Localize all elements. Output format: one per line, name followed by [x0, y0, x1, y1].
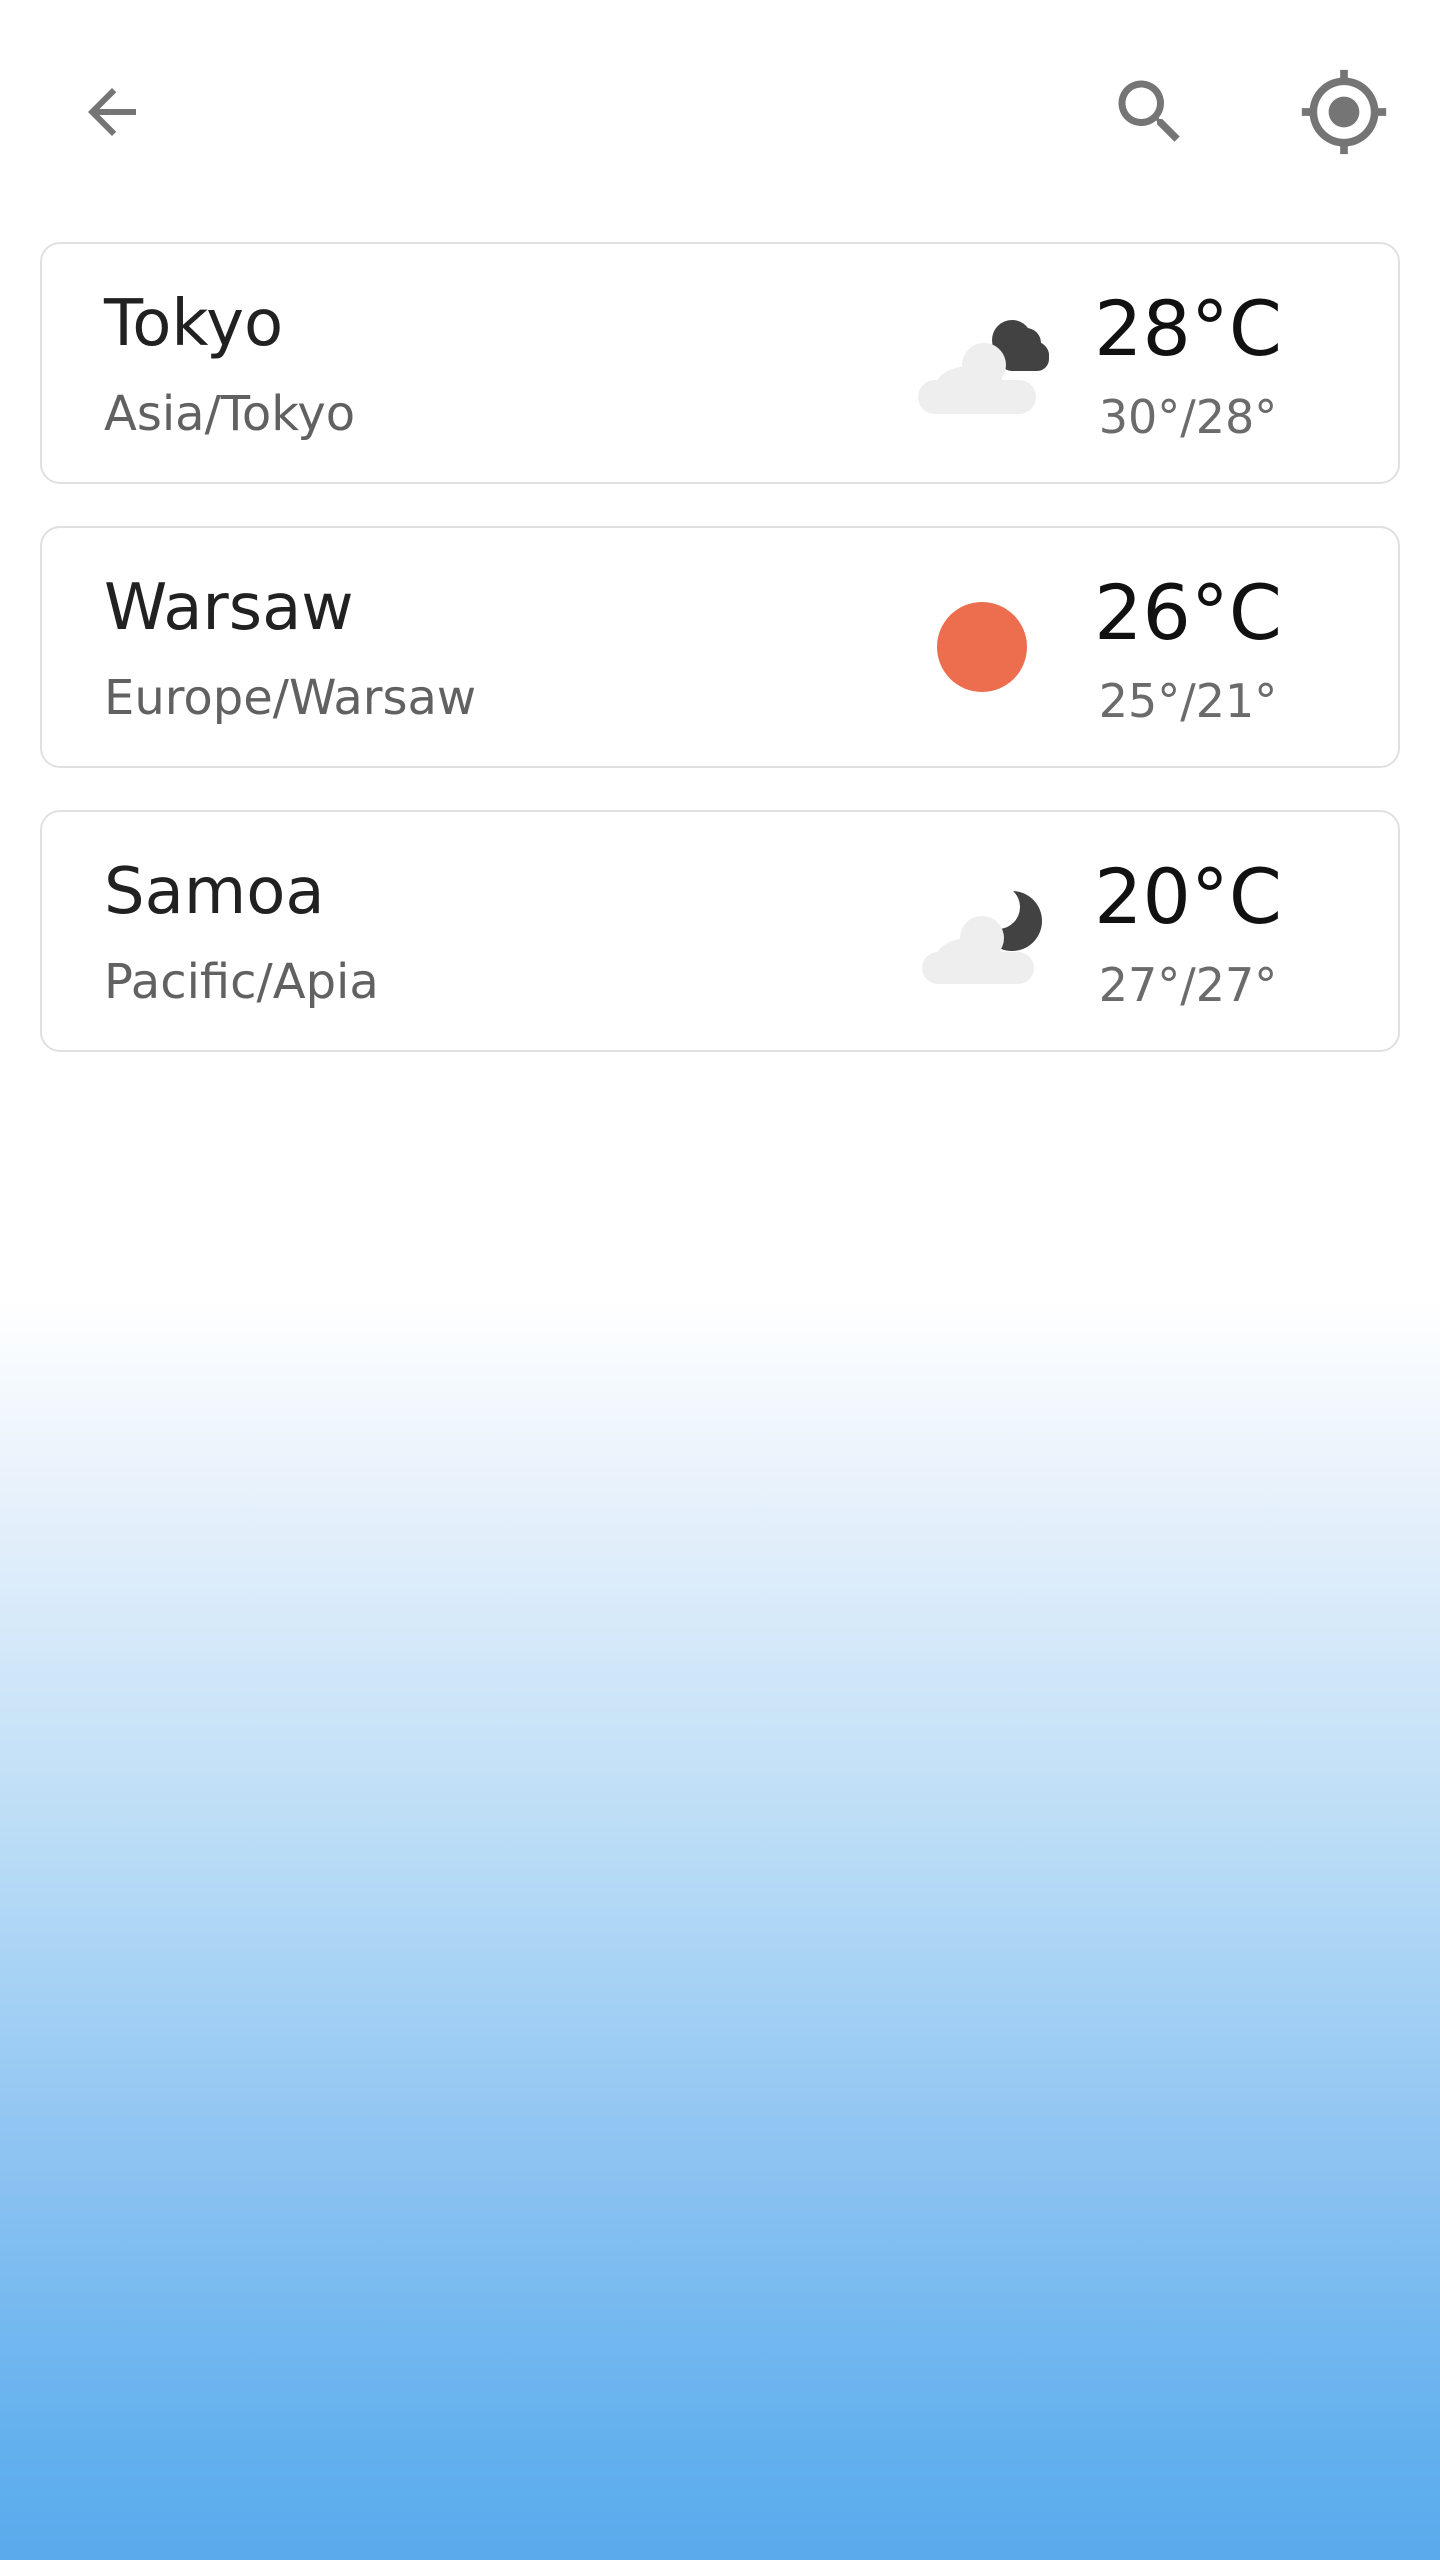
temperature-range: 27°/27°: [1098, 958, 1278, 1012]
timezone-label: Asia/Tokyo: [104, 386, 356, 442]
search-button[interactable]: [1094, 56, 1206, 168]
location-list: Tokyo Asia/Tokyo 28°C 30°/28° Warsaw Eur…: [40, 242, 1400, 1094]
my-location-button[interactable]: [1288, 56, 1400, 168]
city-name: Tokyo: [104, 287, 284, 361]
city-name: Samoa: [104, 855, 325, 929]
timezone-label: Europe/Warsaw: [104, 670, 477, 726]
search-icon: [1118, 80, 1180, 142]
location-card-samoa[interactable]: Samoa Pacific/Apia 20°C 27°/27°: [40, 810, 1400, 1052]
current-temperature: 28°C: [1094, 284, 1282, 373]
city-name: Warsaw: [104, 571, 354, 645]
temperature-range: 30°/28°: [1098, 390, 1278, 444]
sun-icon: [937, 602, 1027, 692]
timezone-label: Pacific/Apia: [104, 954, 379, 1010]
back-button[interactable]: [56, 56, 168, 168]
location-card-tokyo[interactable]: Tokyo Asia/Tokyo 28°C 30°/28°: [40, 242, 1400, 484]
partly-cloudy-night-icon: [922, 885, 1042, 984]
location-card-warsaw[interactable]: Warsaw Europe/Warsaw 26°C 25°/21°: [40, 526, 1400, 768]
current-temperature: 26°C: [1094, 568, 1282, 657]
cloudy-night-icon: [918, 320, 1049, 414]
arrow-left-icon: [88, 88, 136, 136]
current-temperature: 20°C: [1094, 852, 1282, 941]
my-location-icon: [1301, 69, 1387, 155]
toolbar: [0, 0, 1440, 224]
temperature-range: 25°/21°: [1098, 674, 1278, 728]
